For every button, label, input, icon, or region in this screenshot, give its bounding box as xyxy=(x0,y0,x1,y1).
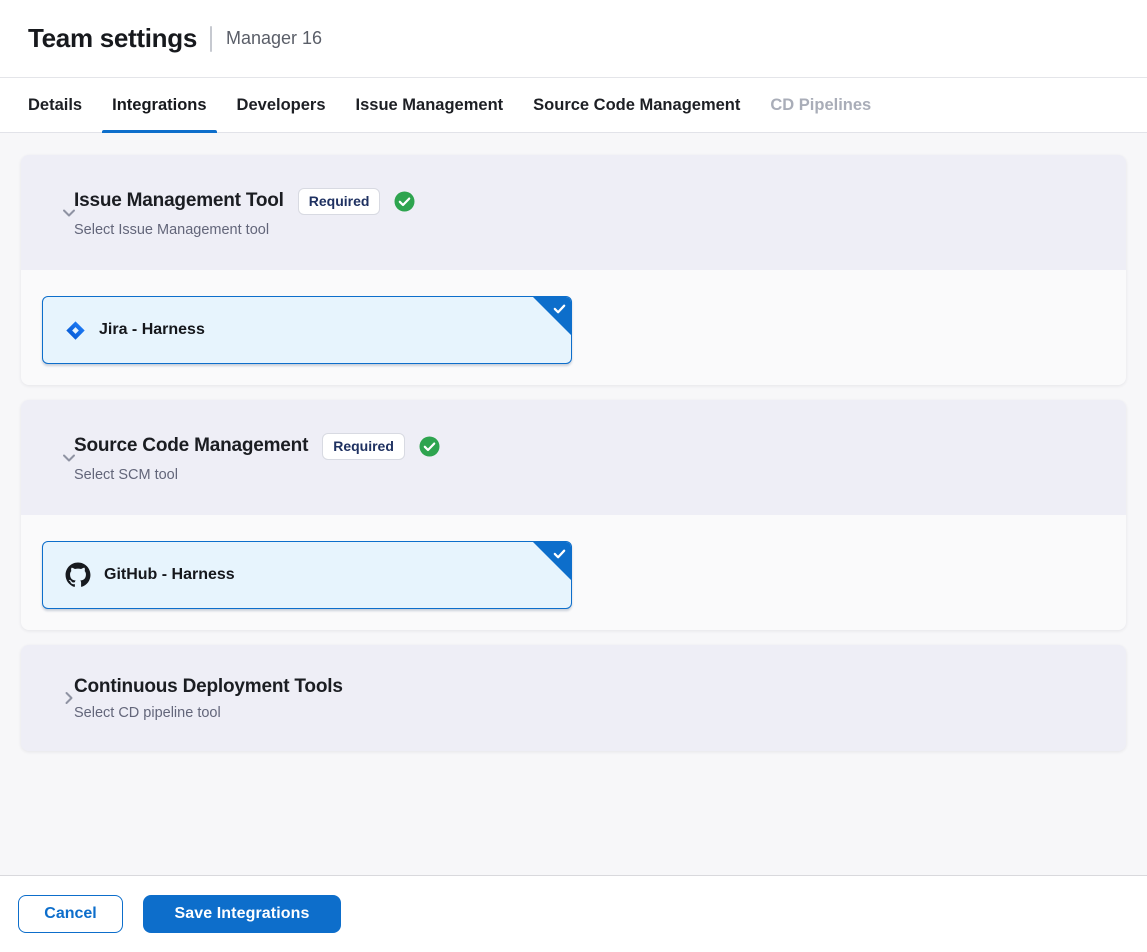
tab-issue-management[interactable]: Issue Management xyxy=(346,78,514,132)
section-scm-header[interactable]: Source Code Management Required Select S… xyxy=(21,400,1126,515)
page-title: Team settings xyxy=(28,23,197,54)
page-subtitle: Manager 16 xyxy=(226,28,322,49)
selected-check-icon xyxy=(552,546,567,561)
chevron-right-icon[interactable] xyxy=(61,690,77,706)
tool-card-label: GitHub - Harness xyxy=(104,566,235,584)
chevron-down-icon[interactable] xyxy=(61,450,77,466)
cancel-button[interactable]: Cancel xyxy=(18,895,123,933)
save-integrations-button[interactable]: Save Integrations xyxy=(143,895,341,933)
section-title: Continuous Deployment Tools xyxy=(74,676,343,698)
tab-cd-pipelines: CD Pipelines xyxy=(760,78,881,132)
tool-card-jira[interactable]: Jira - Harness xyxy=(42,296,572,364)
tool-card-label: Jira - Harness xyxy=(99,321,205,339)
required-badge: Required xyxy=(298,188,381,215)
chevron-down-icon[interactable] xyxy=(61,205,77,221)
tab-developers[interactable]: Developers xyxy=(227,78,336,132)
tab-bar: Details Integrations Developers Issue Ma… xyxy=(0,78,1147,133)
title-divider xyxy=(210,26,212,52)
section-source-code-management: Source Code Management Required Select S… xyxy=(21,400,1126,630)
jira-icon xyxy=(65,320,86,341)
success-check-icon xyxy=(394,191,415,212)
section-title: Source Code Management xyxy=(74,435,308,457)
section-issue-management-body: Jira - Harness xyxy=(21,270,1126,385)
success-check-icon xyxy=(419,436,440,457)
github-icon xyxy=(65,562,91,588)
selected-check-icon xyxy=(552,301,567,316)
tab-source-code-management[interactable]: Source Code Management xyxy=(523,78,750,132)
section-issue-management-tool: Issue Management Tool Required Select Is… xyxy=(21,155,1126,385)
section-title: Issue Management Tool xyxy=(74,190,284,212)
section-subtitle: Select Issue Management tool xyxy=(74,222,1126,238)
section-cd-header[interactable]: Continuous Deployment Tools Select CD pi… xyxy=(21,645,1126,751)
section-subtitle: Select CD pipeline tool xyxy=(74,705,1126,721)
section-subtitle: Select SCM tool xyxy=(74,467,1126,483)
page-header: Team settings Manager 16 xyxy=(0,0,1147,78)
section-continuous-deployment: Continuous Deployment Tools Select CD pi… xyxy=(21,645,1126,751)
integrations-panel: Issue Management Tool Required Select Is… xyxy=(0,133,1147,875)
tab-integrations[interactable]: Integrations xyxy=(102,78,216,132)
section-issue-management-header[interactable]: Issue Management Tool Required Select Is… xyxy=(21,155,1126,270)
tool-card-github[interactable]: GitHub - Harness xyxy=(42,541,572,609)
section-scm-body: GitHub - Harness xyxy=(21,515,1126,630)
tab-details[interactable]: Details xyxy=(18,78,92,132)
required-badge: Required xyxy=(322,433,405,460)
footer-action-bar: Cancel Save Integrations xyxy=(0,875,1147,952)
